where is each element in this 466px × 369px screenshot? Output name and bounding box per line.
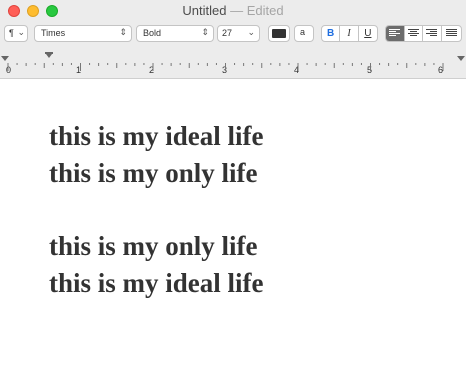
- left-indent-marker[interactable]: [46, 54, 52, 58]
- chevron-up-down-icon: ⇕: [201, 27, 209, 37]
- font-family-value: Times: [41, 28, 66, 38]
- chevron-down-icon: ⌄: [247, 27, 255, 37]
- document-name: Untitled: [182, 3, 227, 18]
- align-right-icon: [426, 29, 438, 38]
- underline-button[interactable]: U: [359, 26, 377, 41]
- text-line[interactable]: this is my only life: [49, 231, 258, 261]
- text-line[interactable]: this is my ideal life: [49, 268, 264, 298]
- format-toolbar: ¶ ⌄ Times ⇕ Bold ⇕ 27 ⌄ a B I U: [0, 22, 466, 45]
- window-title: Untitled — Edited: [0, 3, 466, 18]
- bold-button[interactable]: B: [322, 26, 341, 41]
- title-separator: —: [230, 3, 244, 18]
- font-style-select[interactable]: Bold ⇕: [136, 25, 214, 42]
- ruler[interactable]: 0 1 2 3 4 5 6: [0, 45, 466, 79]
- ruler-number: 3: [222, 65, 227, 75]
- right-margin-marker[interactable]: [457, 56, 465, 61]
- text-color-well[interactable]: [268, 25, 290, 42]
- alignment-group: [385, 25, 462, 42]
- paragraph-style-value: ¶: [9, 28, 14, 38]
- ruler-scale: 0 1 2 3 4 5 6: [1, 52, 465, 75]
- font-size-value: 27: [222, 28, 233, 38]
- ruler-number: 5: [367, 65, 372, 75]
- font-style-value: Bold: [143, 28, 162, 38]
- ruler-number: 6: [438, 65, 443, 75]
- chevron-down-icon: ⌄: [17, 27, 25, 37]
- chevron-up-down-icon: ⇕: [119, 27, 127, 37]
- text-line[interactable]: this is my only life: [49, 158, 258, 188]
- align-left-icon: [389, 29, 401, 38]
- text-line[interactable]: this is my ideal life: [49, 121, 264, 151]
- text-style-group: B I U: [321, 25, 378, 42]
- left-margin-marker[interactable]: [1, 56, 9, 61]
- edited-status: Edited: [246, 3, 284, 18]
- ruler-number: 0: [6, 65, 11, 75]
- align-right-button[interactable]: [423, 26, 442, 41]
- font-size-combo[interactable]: 27 ⌄: [217, 25, 260, 42]
- textedit-window: Untitled — Edited ¶ ⌄ Times ⇕ Bold ⇕ 27 …: [0, 0, 466, 369]
- background-color-label: a: [300, 27, 306, 37]
- first-line-indent-marker[interactable]: [45, 52, 53, 54]
- text-color-swatch: [272, 29, 286, 38]
- align-center-button[interactable]: [405, 26, 424, 41]
- font-family-select[interactable]: Times ⇕: [34, 25, 132, 42]
- title-bar[interactable]: Untitled — Edited: [0, 0, 466, 22]
- document-text-area[interactable]: this is my ideal life this is my only li…: [0, 79, 466, 369]
- justify-button[interactable]: [442, 26, 461, 41]
- italic-button[interactable]: I: [340, 26, 359, 41]
- paragraph-style-select[interactable]: ¶ ⌄: [4, 25, 28, 42]
- align-left-button[interactable]: [386, 26, 405, 41]
- align-center-icon: [407, 29, 419, 38]
- background-color-button[interactable]: a: [294, 25, 314, 42]
- justify-icon: [445, 29, 457, 38]
